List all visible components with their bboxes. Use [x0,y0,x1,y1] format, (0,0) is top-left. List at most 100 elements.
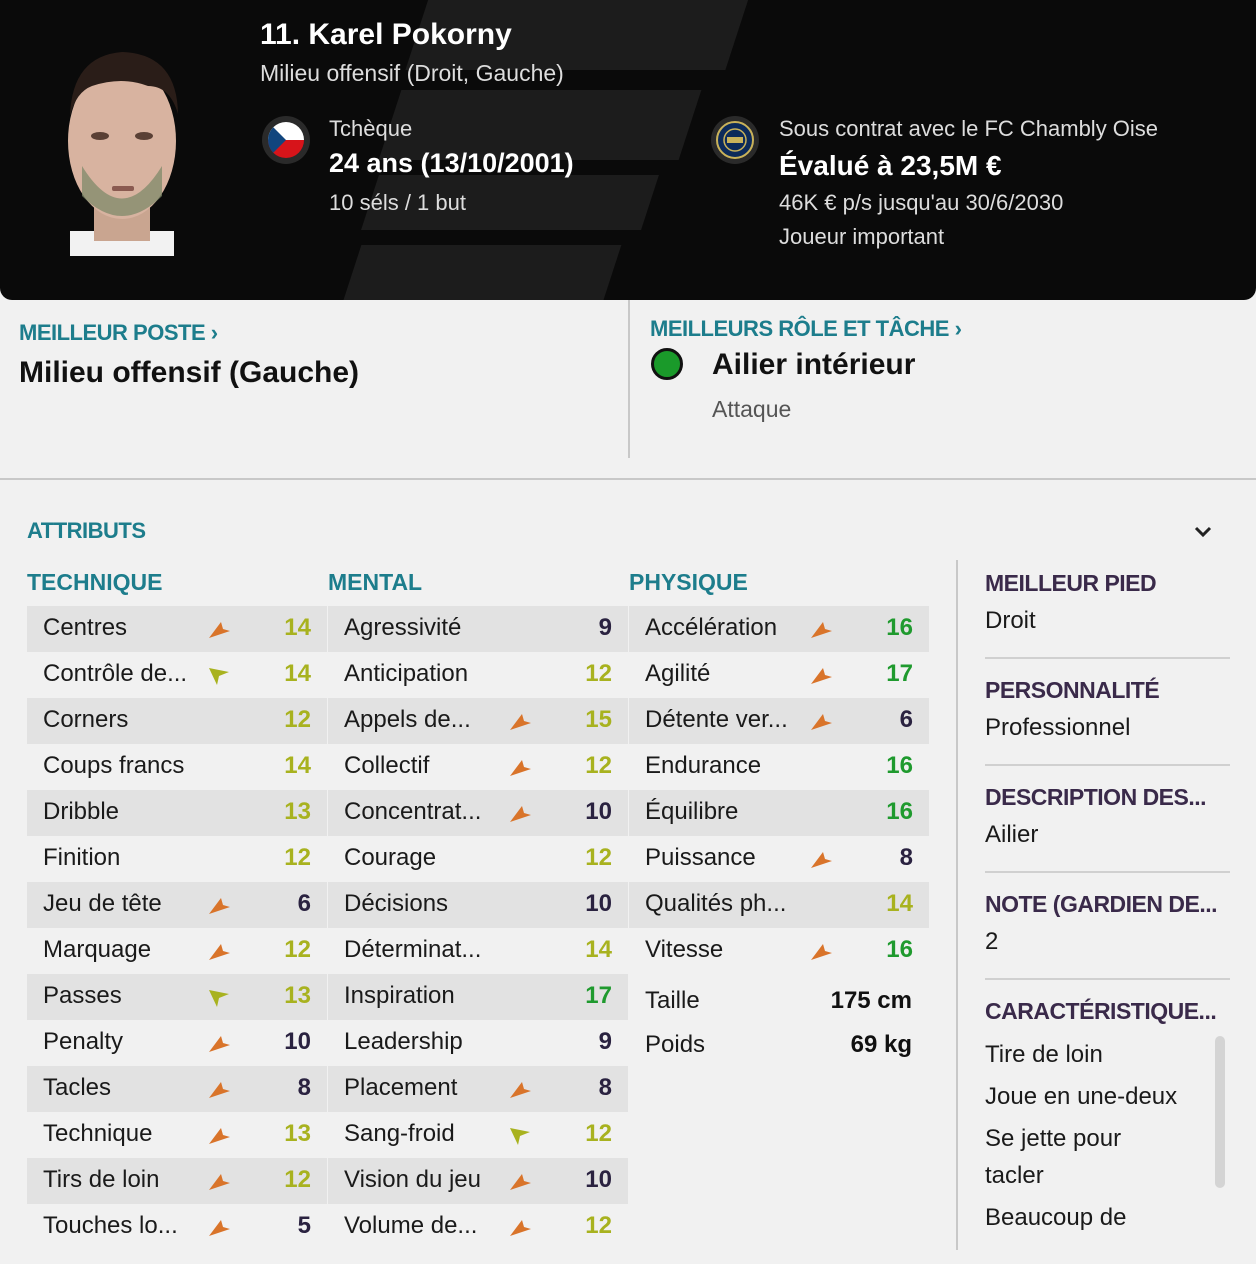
best-duty-value: Attaque [712,396,792,422]
media-description-value: Ailier [985,821,1039,848]
attribute-value: 13 [284,798,311,825]
attribute-row[interactable]: Technique 13 [27,1112,327,1158]
attribute-label: Équilibre [645,798,739,825]
header-stripe-decoration [338,245,622,300]
trend-down-arrow-icon [508,1078,532,1100]
attribute-row[interactable]: Courage 12 [328,836,628,882]
best-position-link[interactable]: MEILLEUR POSTE › [19,320,218,346]
player-wage: 46K € p/s jusqu'au 30/6/2030 [779,190,1064,215]
attribute-row[interactable]: Collectif 12 [328,744,628,790]
attribute-row[interactable]: Déterminat... 14 [328,928,628,974]
attribute-row[interactable]: Endurance 16 [629,744,929,790]
attribute-row[interactable]: Sang-froid 12 [328,1112,628,1158]
attribute-label: Centres [43,614,128,641]
attribute-value: 13 [284,982,311,1009]
attribute-row[interactable]: Leadership 9 [328,1020,628,1066]
attribute-row[interactable]: Puissance 8 [629,836,929,882]
attribute-row[interactable]: Tirs de loin 12 [27,1158,327,1204]
role-suitability-dot-icon [651,348,683,380]
attribute-row[interactable]: Qualités ph... 14 [629,882,929,928]
trend-down-arrow-icon [207,1170,231,1192]
attribute-row[interactable]: Penalty 10 [27,1020,327,1066]
attribute-value: 12 [585,752,612,779]
attribute-row[interactable]: Détente ver... 6 [629,698,929,744]
attribute-value: 10 [284,1028,311,1055]
attribute-row[interactable]: Finition 12 [27,836,327,882]
attribute-row[interactable]: Coups francs 14 [27,744,327,790]
best-role-link[interactable]: MEILLEURS RÔLE ET TÂCHE › [650,316,962,342]
attribute-row[interactable]: Inspiration 17 [328,974,628,1020]
attribute-label: Agressivité [344,614,462,641]
attribute-label: Marquage [43,936,152,963]
attribute-value: 10 [585,798,612,825]
trend-down-arrow-icon [508,1170,532,1192]
physique-attributes: Accélération 16 Agilité 17 Détente ver... 6 En… [629,606,929,974]
gk-rating-value: 2 [985,928,999,955]
attribute-value: 16 [886,752,913,779]
attribute-row[interactable]: Vision du jeu 10 [328,1158,628,1204]
trend-down-arrow-icon [508,802,532,824]
attribute-row[interactable]: Accélération 16 [629,606,929,652]
attribute-label: Concentrat... [344,798,482,825]
personality-value: Professionnel [985,714,1131,741]
divider [985,871,1230,873]
attribute-label: Accélération [645,614,778,641]
chevron-down-icon[interactable] [1192,520,1214,542]
attribute-row[interactable]: Tacles 8 [27,1066,327,1112]
attribute-value: 8 [899,844,913,871]
attribute-row[interactable]: Vitesse 16 [629,928,929,974]
player-value: Évalué à 23,5M € [779,150,1002,181]
trend-up-arrow-icon [207,664,231,686]
nationality-flag-icon[interactable] [262,116,310,164]
attribute-row[interactable]: Marquage 12 [27,928,327,974]
attribute-row[interactable]: Placement 8 [328,1066,628,1112]
attribute-row[interactable]: Centres 14 [27,606,327,652]
attribute-value: 12 [284,936,311,963]
attribute-row[interactable]: Décisions 10 [328,882,628,928]
attribute-label: Déterminat... [344,936,482,963]
mental-attributes: Agressivité 9 Anticipation 12 Appels de... 15… [328,606,628,1250]
attribute-label: Tacles [43,1074,112,1101]
attribute-row[interactable]: Dribble 13 [27,790,327,836]
attribute-label: Penalty [43,1028,124,1055]
attribute-value: 9 [598,614,612,641]
attribute-row[interactable]: Touches lo... 5 [27,1204,327,1250]
attribute-row[interactable]: Appels de... 15 [328,698,628,744]
attribute-label: Touches lo... [43,1212,178,1239]
attribute-row[interactable]: Anticipation 12 [328,652,628,698]
attribute-value: 14 [284,752,311,779]
attribute-row[interactable]: Corners 12 [27,698,327,744]
attribute-value: 16 [886,936,913,963]
attribute-row[interactable]: Passes 13 [27,974,327,1020]
trend-down-arrow-icon [508,710,532,732]
attribute-value: 12 [284,706,311,733]
media-description-title: DESCRIPTION DES... [985,784,1207,810]
divider [0,478,1256,480]
attribute-row[interactable]: Jeu de tête 6 [27,882,327,928]
club-crest-icon[interactable] [711,116,759,164]
trait-item: Beaucoup de [985,1204,1127,1231]
trend-down-arrow-icon [207,1032,231,1054]
attribute-row[interactable]: Agilité 17 [629,652,929,698]
attribute-label: Volume de... [344,1212,478,1239]
trend-down-arrow-icon [508,1216,532,1238]
attribute-value: 17 [886,660,913,687]
attribute-value: 12 [585,1212,612,1239]
personality-title: PERSONNALITÉ [985,677,1160,703]
attribute-value: 14 [284,660,311,687]
attribute-value: 10 [585,890,612,917]
traits-scrollbar[interactable] [1215,1036,1225,1188]
nationality-label: Tchèque [329,116,413,141]
attribute-row[interactable]: Équilibre 16 [629,790,929,836]
trend-down-arrow-icon [809,940,833,962]
physique-title: PHYSIQUE [629,569,748,595]
attribute-row[interactable]: Volume de... 12 [328,1204,628,1250]
player-portrait [68,52,178,256]
attribute-label: Jeu de tête [43,890,162,917]
attribute-label: Technique [43,1120,153,1147]
attribute-row[interactable]: Contrôle de... 14 [27,652,327,698]
best-position-value: Milieu offensif (Gauche) [19,356,360,389]
attribute-row[interactable]: Agressivité 9 [328,606,628,652]
trend-down-arrow-icon [809,618,833,640]
attribute-row[interactable]: Concentrat... 10 [328,790,628,836]
